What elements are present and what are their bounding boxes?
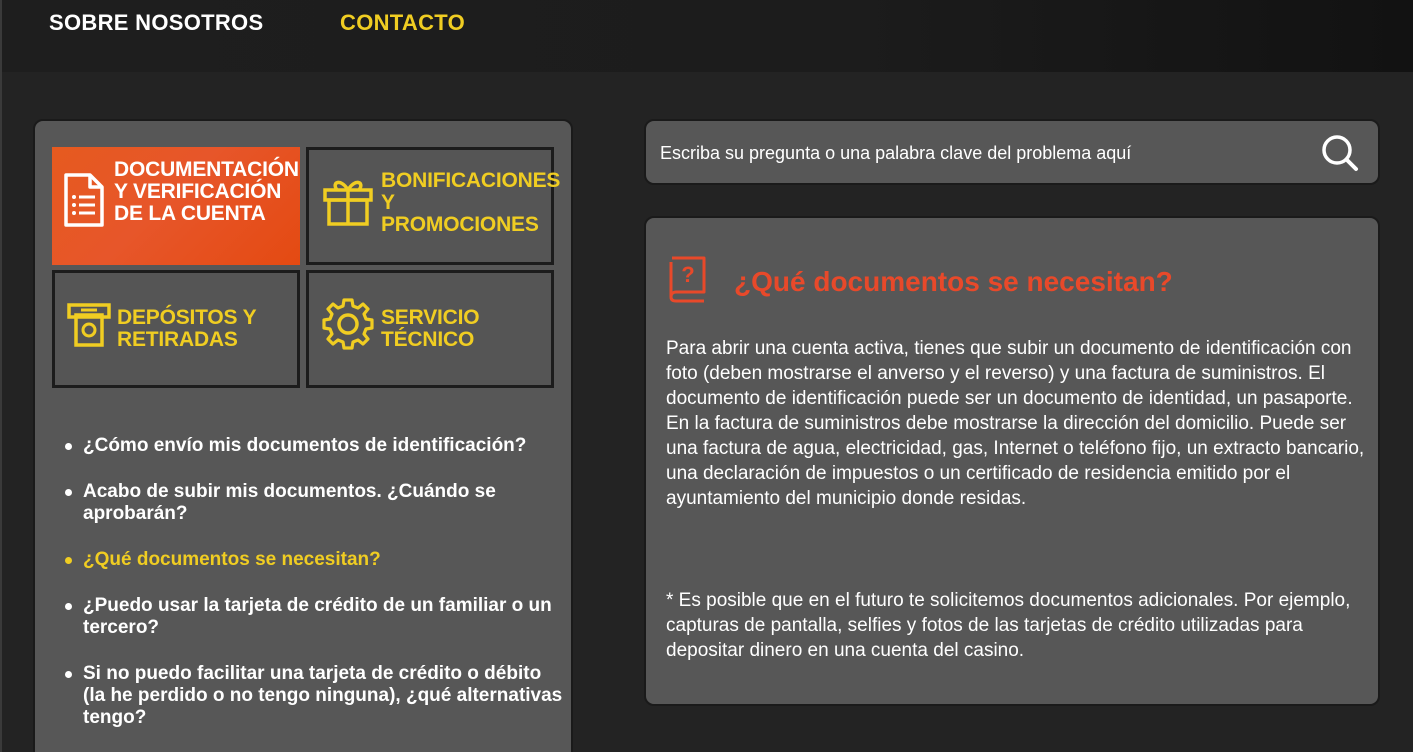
top-navigation: SOBRE NOSOTROS CONTACTO	[0, 0, 1413, 752]
search-bar	[644, 119, 1380, 185]
category-label: DOCUMENTACIÓN Y VERIFICACIÓN DE LA CUENT…	[114, 158, 299, 225]
book-question-icon: ?	[666, 254, 708, 309]
faq-item[interactable]: Si no puedo facilitar una tarjeta de cré…	[63, 663, 563, 729]
svg-text:?: ?	[681, 262, 694, 287]
atm-cash-icon	[67, 303, 111, 354]
category-tile-deposits[interactable]: DEPÓSITOS Y RETIRADAS	[52, 270, 300, 388]
category-tile-bonuses[interactable]: BONIFICACIONES Y PROMOCIONES	[306, 147, 561, 265]
document-list-icon	[62, 171, 106, 234]
answer-title: ¿Qué documentos se necesitan?	[734, 266, 1173, 297]
category-tile-tech-support[interactable]: SERVICIO TÉCNICO	[306, 270, 554, 388]
answer-note: * Es posible que en el futuro te solicit…	[666, 590, 1351, 661]
nav-link-about[interactable]: SOBRE NOSOTROS	[49, 10, 263, 36]
category-label: SERVICIO TÉCNICO	[381, 306, 480, 351]
nav-link-contact[interactable]: CONTACTO	[340, 10, 465, 36]
left-edge-line	[0, 0, 2, 752]
faq-item[interactable]: Acabo de subir mis documentos. ¿Cuándo s…	[63, 481, 563, 525]
search-icon[interactable]	[1320, 133, 1360, 178]
faq-item[interactable]: ¿Cómo envío mis documentos de identifica…	[63, 435, 563, 457]
faq-item[interactable]: ¿Puedo usar la tarjeta de crédito de un …	[63, 595, 563, 639]
category-tile-documentation[interactable]: DOCUMENTACIÓN Y VERIFICACIÓN DE LA CUENT…	[52, 147, 300, 265]
search-input[interactable]	[660, 135, 1300, 171]
gift-icon	[321, 174, 375, 233]
faq-list: ¿Cómo envío mis documentos de identifica…	[63, 435, 563, 752]
answer-body: Para abrir una cuenta activa, tienes que…	[666, 338, 1365, 509]
answer-panel: ? ¿Qué documentos se necesitan? Para abr…	[644, 216, 1380, 706]
category-label: DEPÓSITOS Y RETIRADAS	[117, 306, 257, 351]
category-label: BONIFICACIONES Y PROMOCIONES	[381, 169, 561, 236]
faq-item-active[interactable]: ¿Qué documentos se necesitan?	[63, 549, 563, 571]
gear-icon	[321, 297, 375, 356]
help-categories-panel: DOCUMENTACIÓN Y VERIFICACIÓN DE LA CUENT…	[33, 119, 573, 752]
